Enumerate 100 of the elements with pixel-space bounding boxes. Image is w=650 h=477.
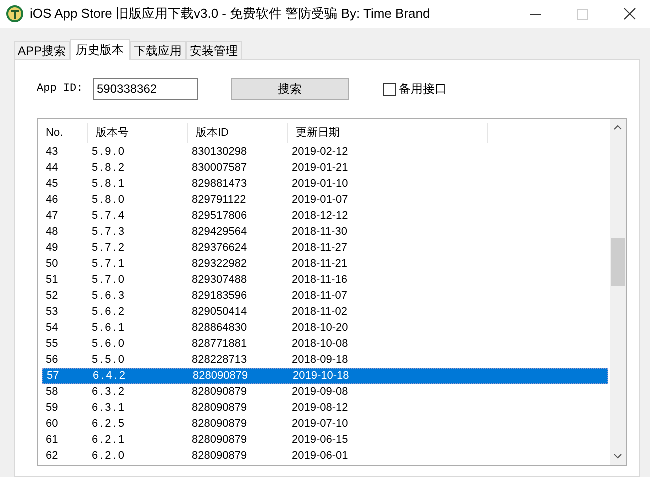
table-cell-text: 5.6.2 xyxy=(91,306,128,318)
column-header[interactable]: 更新日期 xyxy=(288,122,488,142)
table-row[interactable]: 58 6.3.2 828090879 2019-09-08 xyxy=(42,384,608,400)
scroll-up-icon[interactable] xyxy=(614,125,622,130)
table-cell-text: 829881473 xyxy=(191,178,248,190)
table-cell-text: 5.7.0 xyxy=(91,274,128,286)
table-cell-text: 52 xyxy=(45,290,60,302)
table-cell-text: 2018-09-18 xyxy=(291,354,350,366)
table-cell-text: 2018-10-08 xyxy=(291,338,350,350)
table-cell-text: 2019-01-10 xyxy=(291,178,350,190)
scrollbar-thumb[interactable] xyxy=(611,238,625,286)
table-cell-text: 6.4.2 xyxy=(92,370,128,382)
table-row[interactable]: 55 5.6.0 828771881 2018-10-08 xyxy=(42,336,608,352)
table-cell-text: 829376624 xyxy=(191,242,248,254)
table-cell-text: 5.7.3 xyxy=(91,226,128,238)
table-cell-text: 5.8.2 xyxy=(91,162,128,174)
column-header[interactable]: 版本ID xyxy=(188,122,288,142)
table-row[interactable]: 51 5.7.0 829307488 2018-11-16 xyxy=(42,272,608,288)
tab[interactable]: 下载应用 xyxy=(130,41,186,59)
table-cell-text: 5.6.3 xyxy=(91,290,128,302)
table-cell-text: 2018-12-12 xyxy=(291,210,350,222)
table-cell-text: 47 xyxy=(45,210,60,222)
window-title: iOS App Store 旧版应用下载v3.0 - 免费软件 警防受骗 By: Time Brand xyxy=(30,5,430,23)
table-cell-text: 828090879 xyxy=(191,450,248,462)
table-cell-text: 43 xyxy=(45,146,60,158)
table-cell-text: 5.7.1 xyxy=(91,258,128,270)
table-row[interactable]: 45 5.8.1 829881473 2019-01-10 xyxy=(42,176,608,192)
table-cell-text: 829183596 xyxy=(191,290,248,302)
table-cell-text: 6.3.1 xyxy=(91,402,128,414)
checkbox[interactable] xyxy=(383,82,396,96)
table-cell-text: 828771881 xyxy=(191,338,248,350)
table-cell-text: 2018-11-07 xyxy=(291,290,348,302)
column-header[interactable]: No. xyxy=(38,122,88,142)
table-row[interactable]: 49 5.7.2 829376624 2018-11-27 xyxy=(42,240,608,256)
table-cell-text: 2019-02-12 xyxy=(291,146,350,158)
table-cell-text: 2018-11-30 xyxy=(291,226,348,238)
table-cell-text: 828864830 xyxy=(191,322,248,334)
table-row[interactable]: 46 5.8.0 829791122 2019-01-07 xyxy=(42,192,608,208)
table-cell-text: 2019-08-12 xyxy=(291,402,350,414)
table-cell-text: 51 xyxy=(45,274,60,286)
table-cell-text: 828090879 xyxy=(191,418,248,430)
table-cell-text: 2019-07-10 xyxy=(291,418,350,430)
table-cell-text: 49 xyxy=(45,242,60,254)
table-row[interactable]: 57 6.4.2 828090879 2019-10-18 xyxy=(42,368,608,384)
table-cell-text: 5.5.0 xyxy=(91,354,128,366)
table-cell-text: 829050414 xyxy=(191,306,248,318)
table-cell-text: 2018-11-27 xyxy=(291,242,348,254)
table-cell-text: 2019-01-21 xyxy=(291,162,350,174)
table-row[interactable]: 62 6.2.0 828090879 2019-06-01 xyxy=(42,448,608,464)
search-button[interactable]: 搜索 xyxy=(231,78,349,100)
tab[interactable]: 历史版本 xyxy=(70,39,130,60)
table-row[interactable]: 48 5.7.3 829429564 2018-11-30 xyxy=(42,224,608,240)
table-cell-text: 48 xyxy=(45,226,60,238)
table-row[interactable]: 56 5.5.0 828228713 2018-09-18 xyxy=(42,352,608,368)
table-cell-text: 5.7.2 xyxy=(91,242,128,254)
table-cell-text: 53 xyxy=(45,306,60,318)
tab[interactable]: 安装管理 xyxy=(186,41,242,59)
table-cell-text: 828090879 xyxy=(191,386,248,398)
table-cell-text: 58 xyxy=(45,386,60,398)
table-row[interactable]: 59 6.3.1 828090879 2019-08-12 xyxy=(42,400,608,416)
table-cell-text: 57 xyxy=(46,370,60,382)
column-header[interactable]: 版本号 xyxy=(88,122,188,142)
table-cell-text: 829429564 xyxy=(191,226,248,238)
table-row[interactable]: 47 5.7.4 829517806 2018-12-12 xyxy=(42,208,608,224)
scrollbar[interactable] xyxy=(610,119,626,465)
table-row[interactable]: 50 5.7.1 829322982 2018-11-21 xyxy=(42,256,608,272)
table-cell-text: 2018-11-16 xyxy=(291,274,348,286)
table-cell-text: 5.6.0 xyxy=(91,338,128,350)
table-row[interactable]: 44 5.8.2 830007587 2019-01-21 xyxy=(42,160,608,176)
table-cell-text: 44 xyxy=(45,162,60,174)
table-cell-text: 2019-10-18 xyxy=(292,370,350,382)
table-cell-text: 2018-11-21 xyxy=(291,258,348,270)
table-row[interactable]: 53 5.6.2 829050414 2018-11-02 xyxy=(42,304,608,320)
table-row[interactable]: 52 5.6.3 829183596 2018-11-07 xyxy=(42,288,608,304)
table-cell-text: 60 xyxy=(45,418,60,430)
table-cell-text: 45 xyxy=(45,178,60,190)
table-cell-text: 54 xyxy=(45,322,60,334)
table-cell-text: 50 xyxy=(45,258,60,270)
close-icon[interactable] xyxy=(624,8,636,20)
table-cell-text: 828228713 xyxy=(191,354,248,366)
app-logo-icon xyxy=(6,5,24,23)
table-cell-text: 62 xyxy=(45,450,60,462)
table-cell-text: 828090879 xyxy=(191,402,248,414)
app-id-field[interactable]: 590338362 xyxy=(93,78,198,100)
table-cell-text: 5.8.0 xyxy=(91,194,128,206)
table-row[interactable]: 61 6.2.1 828090879 2019-06-15 xyxy=(42,432,608,448)
table-cell-text: 2019-01-07 xyxy=(291,194,350,206)
table-row[interactable]: 60 6.2.5 828090879 2019-07-10 xyxy=(42,416,608,432)
table-row[interactable]: 54 5.6.1 828864830 2018-10-20 xyxy=(42,320,608,336)
table-cell-text: 2018-11-02 xyxy=(291,306,348,318)
scroll-down-icon[interactable] xyxy=(614,454,622,459)
app-id-label: App ID: xyxy=(37,83,84,95)
tab[interactable]: APP搜索 xyxy=(14,41,70,59)
table-cell-text: 5.7.4 xyxy=(91,210,128,222)
table-cell-text: 56 xyxy=(45,354,60,366)
table-cell-text: 2019-09-08 xyxy=(291,386,350,398)
table-cell-text: 829322982 xyxy=(191,258,248,270)
backup-api-label: 备用接口 xyxy=(399,80,447,98)
table-row[interactable]: 43 5.9.0 830130298 2019-02-12 xyxy=(42,144,608,160)
table-cell-text: 829517806 xyxy=(191,210,248,222)
